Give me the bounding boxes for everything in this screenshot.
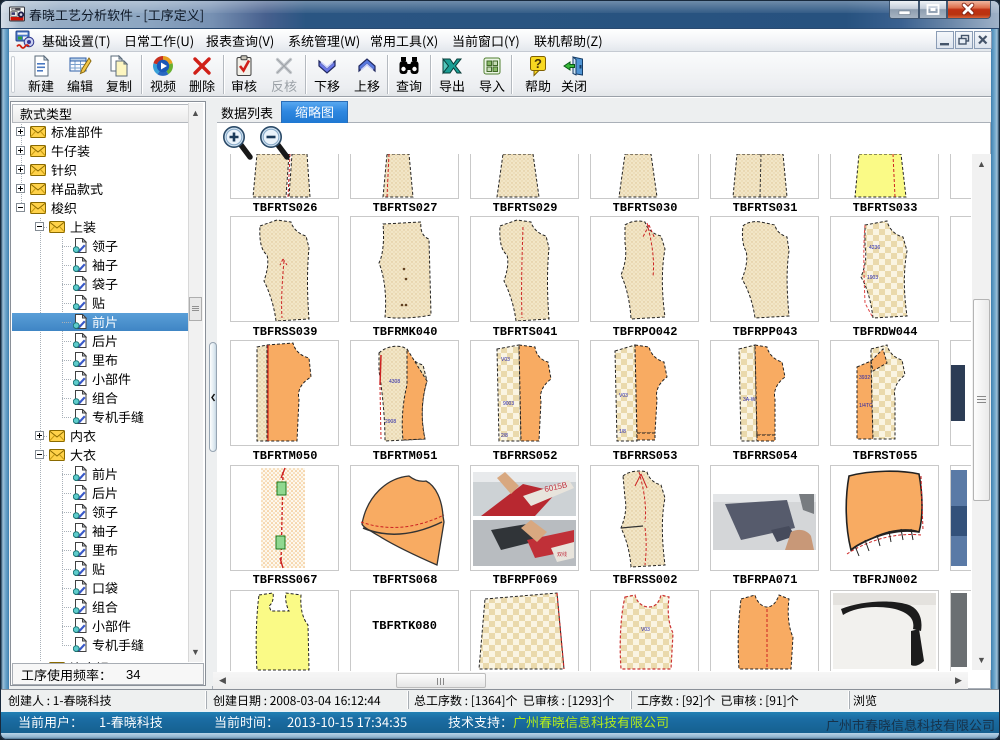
- svg-text:9003: 9003: [503, 401, 514, 407]
- svg-text:1/4TC: 1/4TC: [859, 403, 873, 409]
- svg-text:4308: 4308: [389, 379, 400, 385]
- svg-text:4236: 4236: [869, 245, 880, 251]
- svg-text:V03: V03: [501, 357, 510, 363]
- svg-text:2/8: 2/8: [501, 433, 508, 439]
- svg-text:V03: V03: [641, 627, 650, 633]
- svg-text:双线: 双线: [557, 551, 567, 558]
- svg-text:1903: 1903: [867, 275, 878, 281]
- svg-text:3A-W: 3A-W: [743, 397, 756, 403]
- svg-text:3932: 3932: [859, 375, 870, 381]
- svg-text:V03: V03: [619, 393, 628, 399]
- svg-text:?: ?: [534, 56, 542, 71]
- svg-text:2908: 2908: [385, 419, 396, 425]
- svg-text:1/8: 1/8: [619, 429, 626, 435]
